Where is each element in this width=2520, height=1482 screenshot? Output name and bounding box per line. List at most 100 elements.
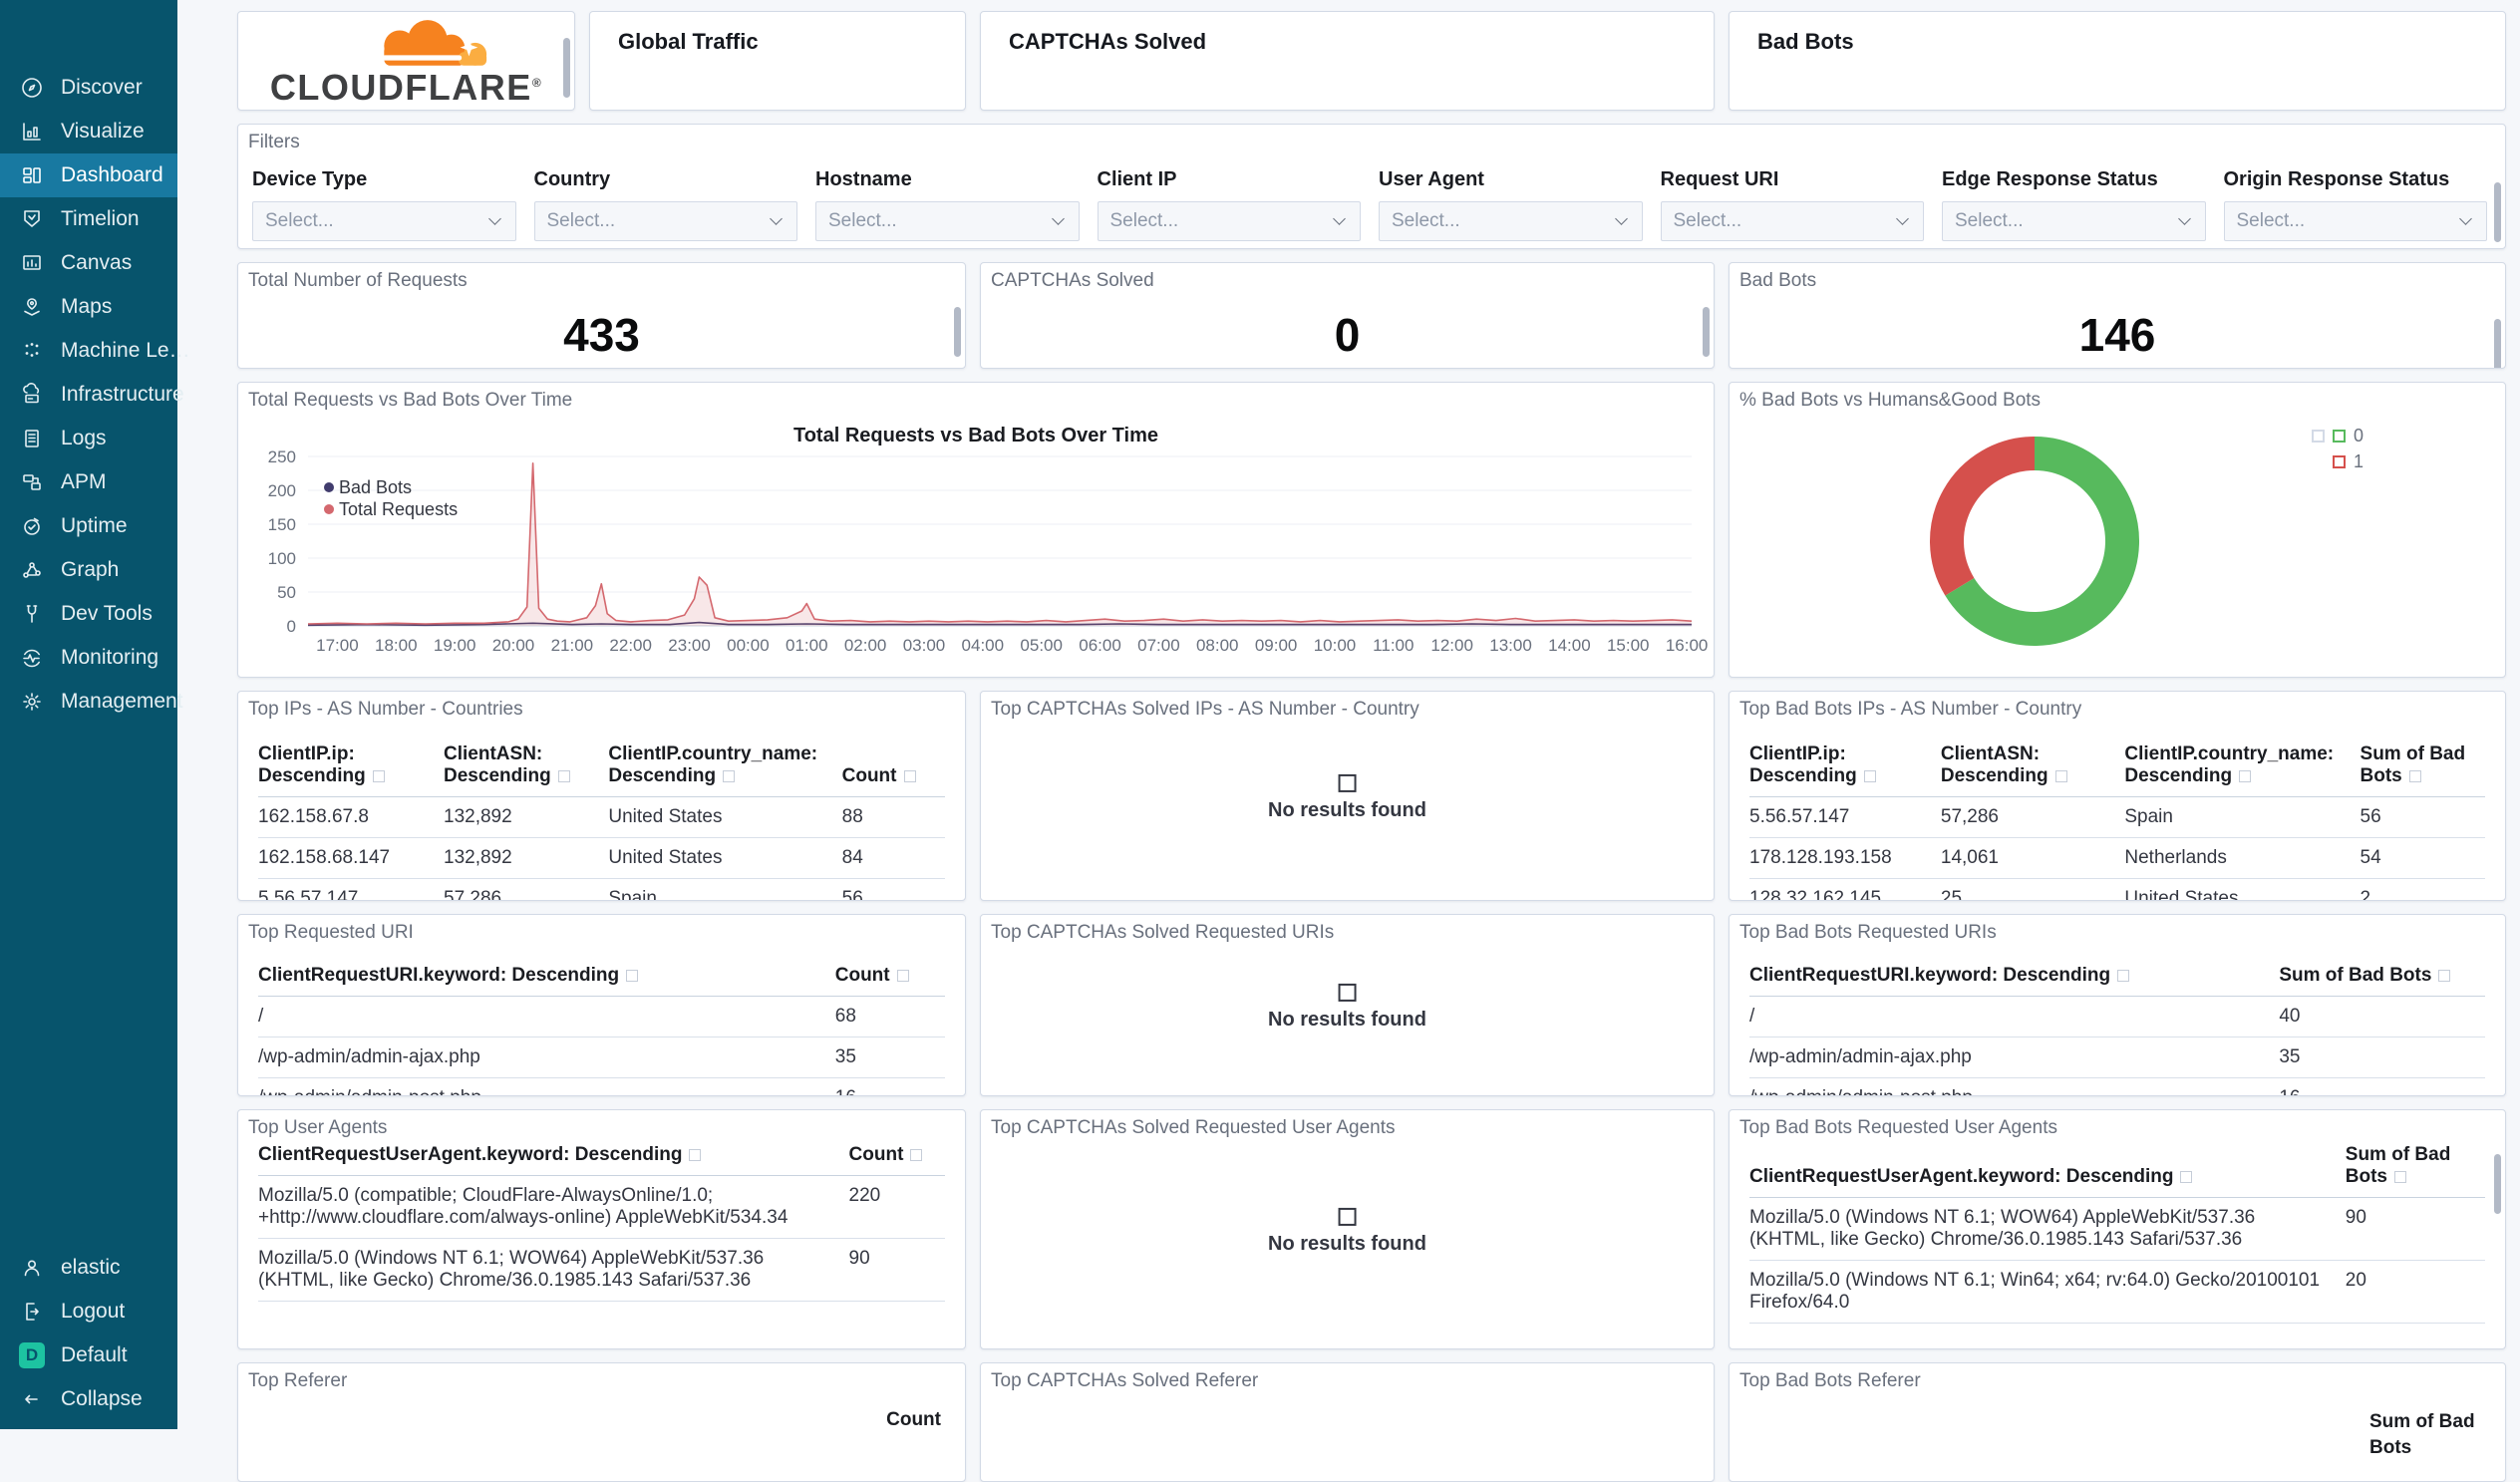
filter-select-request-uri[interactable]: Select... <box>1660 201 1924 241</box>
filter-select-client-ip[interactable]: Select... <box>1097 201 1361 241</box>
canvas-icon <box>20 251 44 275</box>
column-header-clientasn-descending[interactable]: ClientASN: Descending <box>1940 738 2125 797</box>
column-header-sum-of-bad-bots[interactable]: Sum of Bad Bots <box>2360 738 2485 797</box>
sort-icon[interactable] <box>2054 770 2067 782</box>
sort-icon[interactable] <box>903 770 916 782</box>
column-header-clientip-ip-descending[interactable]: ClientIP.ip: Descending <box>1749 738 1941 797</box>
sort-icon[interactable] <box>2394 1171 2406 1183</box>
legend-item-total-requests[interactable]: Total Requests <box>324 498 458 520</box>
column-header-count[interactable]: Count <box>848 1138 945 1176</box>
table-cell: 57,286 <box>1940 796 2125 838</box>
sidebar-item-uptime[interactable]: Uptime <box>0 504 177 548</box>
sidebar-item-visualize[interactable]: Visualize <box>0 110 177 153</box>
column-header-count[interactable]: Count <box>841 738 945 797</box>
sort-icon[interactable] <box>910 1149 923 1161</box>
filter-group-hostname: Hostname Select... <box>815 168 1080 241</box>
no-results: No results found <box>1268 773 1426 821</box>
sidebar-item-label: Logout <box>61 1300 126 1323</box>
sort-icon[interactable] <box>2438 970 2451 982</box>
filter-select-device-type[interactable]: Select... <box>252 201 516 241</box>
svg-text:15:00: 15:00 <box>1607 636 1650 655</box>
scrollbar-thumb[interactable] <box>563 38 570 98</box>
referer-sum-header[interactable]: Sum of Bad Bots <box>2369 1409 2481 1460</box>
panel-top-referer: Top Referer Count <box>237 1362 966 1482</box>
sidebar-item-dashboard[interactable]: Dashboard <box>0 153 177 197</box>
sort-icon[interactable] <box>626 970 639 982</box>
sidebar-item-graph[interactable]: Graph <box>0 548 177 592</box>
table-cell: /wp-admin/admin-ajax.php <box>258 1037 835 1078</box>
sidebar-item-timelion[interactable]: Timelion <box>0 197 177 241</box>
column-header-sum-of-bad-bots[interactable]: Sum of Bad Bots <box>2345 1138 2485 1198</box>
table-cell: 128.32.162.145 <box>1749 878 1941 900</box>
column-header-count[interactable]: Count <box>834 959 945 997</box>
legend-item-1[interactable]: 1 <box>2333 448 2363 474</box>
filter-select-hostname[interactable]: Select... <box>815 201 1080 241</box>
table-cell: Netherlands <box>2124 837 2361 879</box>
sidebar-item-collapse[interactable]: Collapse <box>0 1377 177 1421</box>
sidebar-item-label: Canvas <box>61 251 133 274</box>
sidebar-item-management[interactable]: Management <box>0 680 183 724</box>
sort-icon[interactable] <box>2239 770 2252 782</box>
filter-select-user-agent[interactable]: Select... <box>1379 201 1643 241</box>
sidebar-item-canvas[interactable]: Canvas <box>0 241 177 285</box>
scrollbar-thumb[interactable] <box>2494 182 2501 242</box>
filter-select-edge-response-status[interactable]: Select... <box>1942 201 2206 241</box>
sidebar-item-maps[interactable]: Maps <box>0 285 177 329</box>
sort-icon[interactable] <box>723 770 736 782</box>
column-header-clientasn-descending[interactable]: ClientASN: Descending <box>444 738 609 797</box>
svg-text:05:00: 05:00 <box>1020 636 1063 655</box>
sidebar-item-dev-tools[interactable]: Dev Tools <box>0 592 177 636</box>
sidebar-item-infrastructure[interactable]: Infrastructure <box>0 373 184 417</box>
traffic-line-chart[interactable]: 0 50 100 150 200 250 17:00 18:00 19:00 20:00 21:00… <box>244 443 1710 668</box>
sidebar-item-apm[interactable]: APM <box>0 460 177 504</box>
logout-icon <box>20 1300 44 1324</box>
scrollbar-thumb[interactable] <box>2494 319 2501 368</box>
panel-traffic-chart: Total Requests vs Bad Bots Over Time Tot… <box>237 382 1715 678</box>
scrollbar-thumb[interactable] <box>954 307 961 357</box>
filter-select-country[interactable]: Select... <box>533 201 797 241</box>
sidebar-item-machine-le[interactable]: Machine Le… <box>0 329 190 373</box>
legend-item-0[interactable]: 0 <box>2312 423 2363 448</box>
no-results-icon <box>1338 773 1357 792</box>
column-header-clientip-country-name-descending[interactable]: ClientIP.country_name: Descending <box>2124 738 2361 797</box>
sort-icon[interactable] <box>372 770 385 782</box>
column-header-clientrequesturi-keyword-descending[interactable]: ClientRequestURI.keyword: Descending <box>1749 959 2280 997</box>
column-header-clientip-country-name-descending[interactable]: ClientIP.country_name: Descending <box>608 738 842 797</box>
sort-icon[interactable] <box>689 1149 702 1161</box>
svg-text:09:00: 09:00 <box>1255 636 1298 655</box>
column-header-clientip-ip-descending[interactable]: ClientIP.ip: Descending <box>258 738 445 797</box>
table-cell: United States <box>608 796 842 838</box>
scrollbar-thumb[interactable] <box>1703 307 1710 357</box>
sort-icon[interactable] <box>1863 770 1876 782</box>
sort-icon[interactable] <box>557 770 570 782</box>
column-header-clientrequestuseragent-keyword-descending[interactable]: ClientRequestUserAgent.keyword: Descendi… <box>258 1138 849 1176</box>
sidebar-item-logs[interactable]: Logs <box>0 417 177 460</box>
sidebar-item-logout[interactable]: Logout <box>0 1290 177 1334</box>
bad-bots-donut-chart[interactable] <box>1730 415 2506 666</box>
sidebar-item-monitoring[interactable]: Monitoring <box>0 636 177 680</box>
filter-select-origin-response-status[interactable]: Select... <box>2223 201 2487 241</box>
column-header-sum-of-bad-bots[interactable]: Sum of Bad Bots <box>2279 959 2485 997</box>
svg-text:02:00: 02:00 <box>844 636 887 655</box>
sidebar-item-elastic[interactable]: elastic <box>0 1246 177 1290</box>
table-cell: 57,286 <box>444 878 609 900</box>
scrollbar-thumb[interactable] <box>2494 1154 2501 1214</box>
table-row: 162.158.67.8 132,892 United States 88 <box>258 796 945 838</box>
sort-icon[interactable] <box>2180 1171 2193 1183</box>
sidebar-item-label: Discover <box>61 76 143 99</box>
sidebar-item-default[interactable]: D Default <box>0 1334 177 1377</box>
donut-slice-1[interactable] <box>1930 437 2036 596</box>
sort-icon[interactable] <box>896 970 909 982</box>
legend-swatch-total-requests <box>324 504 334 514</box>
column-header-clientrequestuseragent-keyword-descending[interactable]: ClientRequestUserAgent.keyword: Descendi… <box>1749 1138 2346 1198</box>
column-header-clientrequesturi-keyword-descending[interactable]: ClientRequestURI.keyword: Descending <box>258 959 835 997</box>
logs-icon <box>20 427 44 450</box>
select-placeholder: Select... <box>1392 210 1460 231</box>
legend-item-bad-bots[interactable]: Bad Bots <box>324 476 458 498</box>
svg-text:18:00: 18:00 <box>375 636 418 655</box>
sidebar-item-discover[interactable]: Discover <box>0 66 177 110</box>
sort-icon[interactable] <box>2117 970 2130 982</box>
sort-icon[interactable] <box>2408 770 2421 782</box>
referer-count-header[interactable]: Count <box>886 1409 941 1431</box>
